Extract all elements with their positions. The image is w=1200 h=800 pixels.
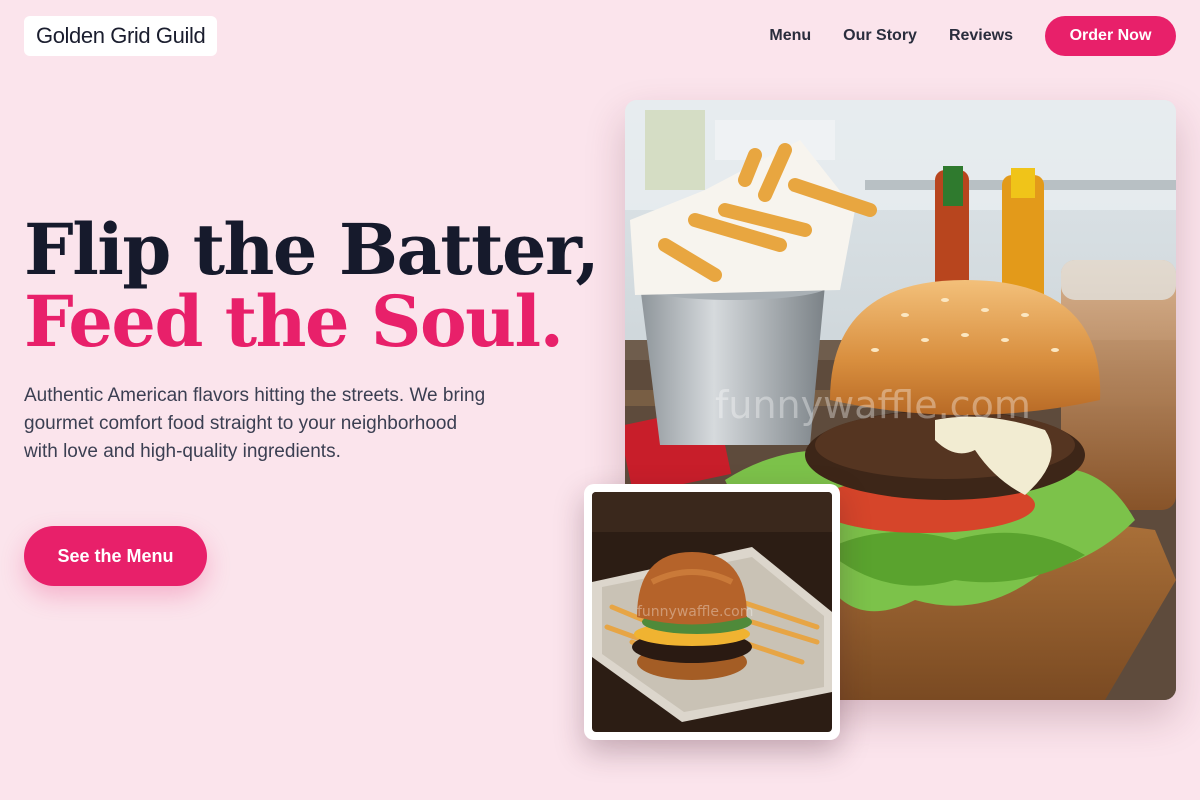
- main-nav: Menu Our Story Reviews Order Now: [769, 16, 1176, 56]
- secondary-photo-card: funnywaffle.com: [584, 484, 840, 740]
- watermark-text-main: funnywaffle.com: [715, 383, 1031, 427]
- brand-logo[interactable]: Golden Grid Guild: [24, 16, 218, 56]
- order-now-button[interactable]: Order Now: [1045, 16, 1176, 56]
- see-menu-button[interactable]: See the Menu: [24, 526, 207, 586]
- secondary-burger-photo: funnywaffle.com: [592, 492, 832, 732]
- nav-link-our-story[interactable]: Our Story: [843, 27, 917, 45]
- hero-headline-line2: Feed the Soul.: [24, 280, 564, 363]
- watermark-text-secondary: funnywaffle.com: [637, 604, 753, 620]
- hero-subtext: Authentic American flavors hitting the s…: [24, 385, 486, 462]
- nav-link-reviews[interactable]: Reviews: [949, 27, 1013, 45]
- hero-headline: Flip the Batter, Feed the Soul.: [24, 208, 600, 363]
- nav-link-menu[interactable]: Menu: [769, 27, 811, 45]
- hero-headline-line1: Flip the Batter,: [24, 208, 600, 291]
- burger-plate-illustration: funnywaffle.com: [592, 492, 832, 732]
